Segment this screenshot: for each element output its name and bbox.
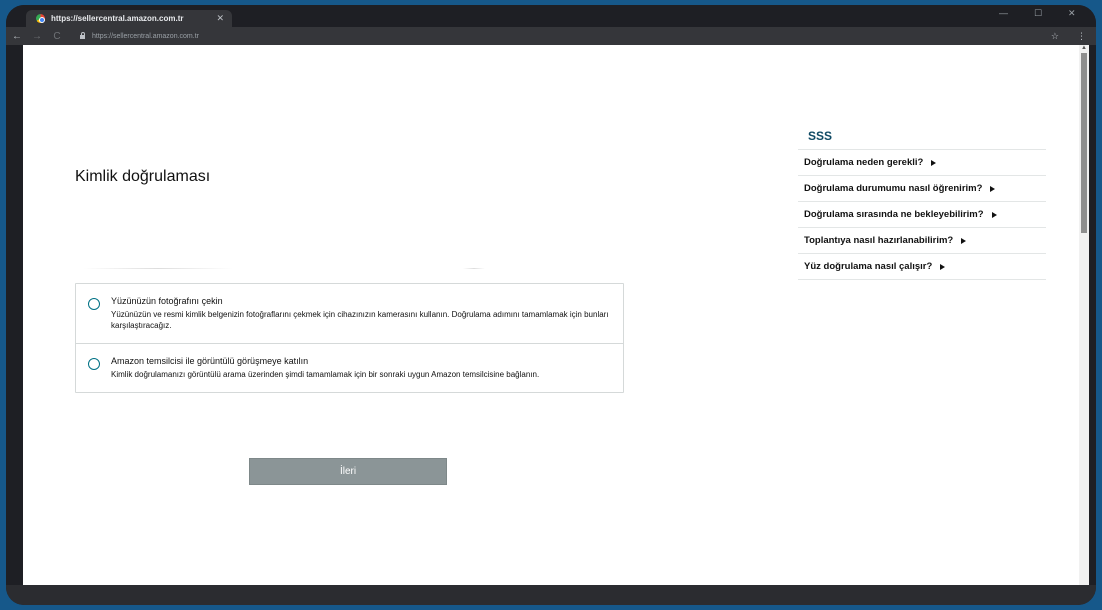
reload-icon[interactable]: C (48, 31, 66, 42)
option-photo-description: Yüzünüzün ve resmi kimlik belgenizin fot… (111, 310, 609, 330)
tab-close-icon[interactable]: ✕ (216, 13, 224, 24)
faq-item-label: Toplantıya nasıl hazırlanabilirim? (804, 235, 954, 246)
tab-strip: https://sellercentral.amazon.com.tr ✕ — … (6, 5, 1096, 27)
faq-item-label: Doğrulama neden gerekli? (804, 157, 924, 168)
option-video-call-title: Amazon temsilcisi ile görüntülü görüşmey… (111, 356, 309, 366)
divider (463, 268, 485, 269)
option-photo[interactable]: Yüzünüzün fotoğrafını çekin Yüzünüzün ve… (76, 284, 623, 343)
faq-item[interactable]: Doğrulama durumumu nasıl öğrenirim? (798, 175, 1046, 201)
back-icon[interactable]: ← (8, 31, 26, 42)
faq-item[interactable]: Doğrulama neden gerekli? (798, 149, 1046, 175)
forward-icon[interactable]: → (28, 31, 46, 42)
expand-triangle-icon (940, 263, 946, 270)
option-photo-title: Yüzünüzün fotoğrafını çekin (111, 296, 223, 306)
faq-item-label: Doğrulama sırasında ne bekleyebilirim? (804, 209, 984, 220)
tab-title: https://sellercentral.amazon.com.tr (51, 14, 184, 23)
faq-title: SSS (808, 129, 833, 143)
divider (83, 268, 233, 269)
minimize-icon[interactable]: — (999, 8, 1008, 18)
expand-triangle-icon (991, 211, 997, 218)
close-window-icon[interactable]: ✕ (1068, 8, 1076, 19)
chrome-favicon-icon (36, 14, 45, 23)
faq-item[interactable]: Doğrulama sırasında ne bekleyebilirim? (798, 201, 1046, 227)
scroll-up-icon[interactable]: ▲ (1081, 45, 1087, 51)
expand-triangle-icon (961, 237, 967, 244)
option-video-call[interactable]: Amazon temsilcisi ile görüntülü görüşmey… (76, 343, 623, 392)
browser-toolbar: ← → C https://sellercentral.amazon.com.t… (6, 27, 1096, 45)
scrollbar-thumb[interactable] (1081, 53, 1087, 233)
browser-tab[interactable]: https://sellercentral.amazon.com.tr ✕ (26, 10, 232, 27)
faq-item[interactable]: Toplantıya nasıl hazırlanabilirim? (798, 227, 1046, 253)
next-button[interactable]: İleri (249, 458, 447, 485)
browser-menu-icon[interactable]: ⋮ (1077, 31, 1086, 42)
expand-triangle-icon (990, 185, 996, 192)
verification-options: Yüzünüzün fotoğrafını çekin Yüzünüzün ve… (75, 283, 624, 393)
radio-photo[interactable] (88, 298, 100, 310)
bookmark-star-icon[interactable]: ☆ (1051, 31, 1059, 42)
page-title: Kimlik doğrulaması (75, 168, 211, 185)
browser-window: https://sellercentral.amazon.com.tr ✕ — … (6, 5, 1096, 605)
lock-icon (80, 32, 85, 39)
page-viewport: Kimlik doğrulaması Yüzünüzün fotoğrafını… (23, 45, 1079, 585)
page-scrollbar[interactable]: ▲ (1079, 45, 1089, 585)
maximize-icon[interactable]: ☐ (1034, 8, 1042, 19)
window-bottom-edge (6, 585, 1096, 605)
faq-item-label: Doğrulama durumumu nasıl öğrenirim? (804, 183, 983, 194)
faq-item-label: Yüz doğrulama nasıl çalışır? (804, 261, 933, 272)
address-bar[interactable]: https://sellercentral.amazon.com.tr (80, 29, 280, 43)
expand-triangle-icon (931, 159, 937, 166)
address-url: https://sellercentral.amazon.com.tr (92, 32, 199, 40)
faq-item[interactable]: Yüz doğrulama nasıl çalışır? (798, 253, 1046, 280)
faq-panel: SSS Doğrulama neden gerekli? Doğrulama d… (798, 129, 1046, 280)
option-video-call-description: Kimlik doğrulamanızı görüntülü arama üze… (111, 370, 540, 379)
radio-video-call[interactable] (88, 358, 100, 370)
